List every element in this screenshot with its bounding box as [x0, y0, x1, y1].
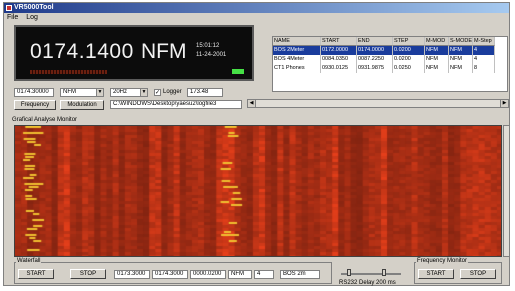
cell-name: BOS 2Meter: [273, 46, 321, 55]
col-m-mod[interactable]: M-MOD: [425, 37, 449, 46]
memory-table: NAME START END STEP M-MOD S-MODE M-Step …: [272, 36, 508, 92]
frequency-readout: 0174.1400: [30, 40, 134, 63]
cell-end: 0087.2250: [357, 55, 393, 64]
cell-start: 0930.0125: [321, 64, 357, 73]
waterfall-label: Waterfall: [16, 258, 42, 264]
chevron-down-icon[interactable]: ▼: [140, 89, 147, 96]
table-row[interactable]: BOS 2Meter 0172.0000 0174.0000 0.0200 NF…: [273, 46, 507, 55]
col-m-step[interactable]: M-Step: [473, 37, 495, 46]
cell-step: 0.0200: [393, 55, 425, 64]
waterfall-canvas: [15, 126, 501, 256]
cell-step: 0.0250: [393, 64, 425, 73]
mstep-input[interactable]: 4: [254, 270, 274, 279]
cell-end: 0174.0000: [357, 46, 393, 55]
delay-slider-thumb[interactable]: [347, 269, 351, 276]
col-name[interactable]: NAME: [273, 37, 321, 46]
modulation-button[interactable]: Modulation: [60, 100, 104, 110]
cell-start: 0084.0350: [321, 55, 357, 64]
frequency-monitor-label: Frequency Monitor: [416, 258, 469, 264]
mode-readout: NFM: [141, 40, 187, 63]
logfile-path[interactable]: C:\WINDOWS\Desktop\yaesu2\logfile3: [110, 100, 242, 109]
scroll-right-icon[interactable]: ▶: [500, 100, 508, 107]
table-horizontal-scrollbar[interactable]: ◀ ▶: [247, 99, 509, 108]
cell-name: BOS 4Meter: [273, 55, 321, 64]
step-select-value: 20Hz: [113, 89, 128, 95]
frequency-button[interactable]: Frequency: [14, 100, 56, 110]
step-input[interactable]: 0000.0200: [190, 270, 226, 279]
app-icon: [6, 5, 12, 11]
table-row[interactable]: BOS 4Meter 0084.0350 0087.2250 0.0200 NF…: [273, 55, 507, 64]
cell-m-mod: NFM: [425, 55, 449, 64]
cell-end: 0931.9875: [357, 64, 393, 73]
table-header: NAME START END STEP M-MOD S-MODE M-Step: [273, 37, 507, 46]
title-bar: VR5000Tool: [4, 3, 509, 13]
logger-label: Logger: [163, 89, 182, 95]
frequency-display: 0174.1400 NFM 15:01:12 11-24-2001: [14, 25, 254, 81]
logger-checkbox[interactable]: ✓: [154, 89, 161, 96]
col-step[interactable]: STEP: [393, 37, 425, 46]
mode-select-value: NFM: [63, 89, 76, 95]
menu-log[interactable]: Log: [23, 13, 41, 23]
mode-input[interactable]: NFM: [228, 270, 252, 279]
date-readout: 11-24-2001: [196, 52, 227, 58]
waterfall-display: [14, 125, 502, 257]
cell-step: 0.0200: [393, 46, 425, 55]
cell-m-step: 4: [473, 46, 495, 55]
waterfall-stop-button[interactable]: STOP: [70, 269, 106, 279]
signal-meter: [30, 70, 107, 74]
col-start[interactable]: START: [321, 37, 357, 46]
delay-slider-thumb-2[interactable]: [382, 269, 386, 276]
cell-m-step: 4: [473, 55, 495, 64]
window-title: VR5000Tool: [14, 4, 54, 11]
cell-s-mode: NFM: [449, 64, 473, 73]
col-end[interactable]: END: [357, 37, 393, 46]
table-row[interactable]: CT1 Phones 0930.0125 0931.9875 0.0250 NF…: [273, 64, 507, 73]
app-window: VR5000Tool File Log 0174.1400 NFM 15:01:…: [3, 2, 510, 286]
mode-select[interactable]: NFM ▼: [60, 88, 104, 97]
end-frequency-input[interactable]: 0174.3000: [152, 270, 188, 279]
cell-start: 0172.0000: [321, 46, 357, 55]
monitor-start-button[interactable]: START: [418, 269, 454, 279]
col-s-mode[interactable]: S-MODE: [449, 37, 473, 46]
status-led: [232, 69, 244, 74]
logger-value[interactable]: 173.48: [187, 88, 223, 97]
waterfall-start-button[interactable]: START: [18, 269, 54, 279]
cell-s-mode: NFM: [449, 46, 473, 55]
scroll-left-icon[interactable]: ◀: [248, 100, 256, 107]
frequency-input[interactable]: 0174.30000: [14, 88, 54, 97]
start-frequency-input[interactable]: 0173.3000: [114, 270, 150, 279]
cell-m-mod: NFM: [425, 46, 449, 55]
cell-s-mode: NFM: [449, 55, 473, 64]
waterfall-vertical-scrollbar[interactable]: [503, 125, 510, 257]
cell-name: CT1 Phones: [273, 64, 321, 73]
time-readout: 15:01:12: [196, 43, 220, 49]
monitor-title: Grafical Analyse Monitor: [12, 117, 78, 123]
menu-bar: File Log: [4, 13, 509, 23]
cell-m-step: 8: [473, 64, 495, 73]
chevron-down-icon[interactable]: ▼: [96, 89, 103, 96]
menu-file[interactable]: File: [4, 13, 21, 23]
monitor-stop-button[interactable]: STOP: [460, 269, 496, 279]
delay-label: RS232 Delay 200 ms: [339, 280, 396, 286]
name-input[interactable]: BOS 2m: [280, 270, 320, 279]
cell-m-mod: NFM: [425, 64, 449, 73]
step-select[interactable]: 20Hz ▼: [110, 88, 148, 97]
